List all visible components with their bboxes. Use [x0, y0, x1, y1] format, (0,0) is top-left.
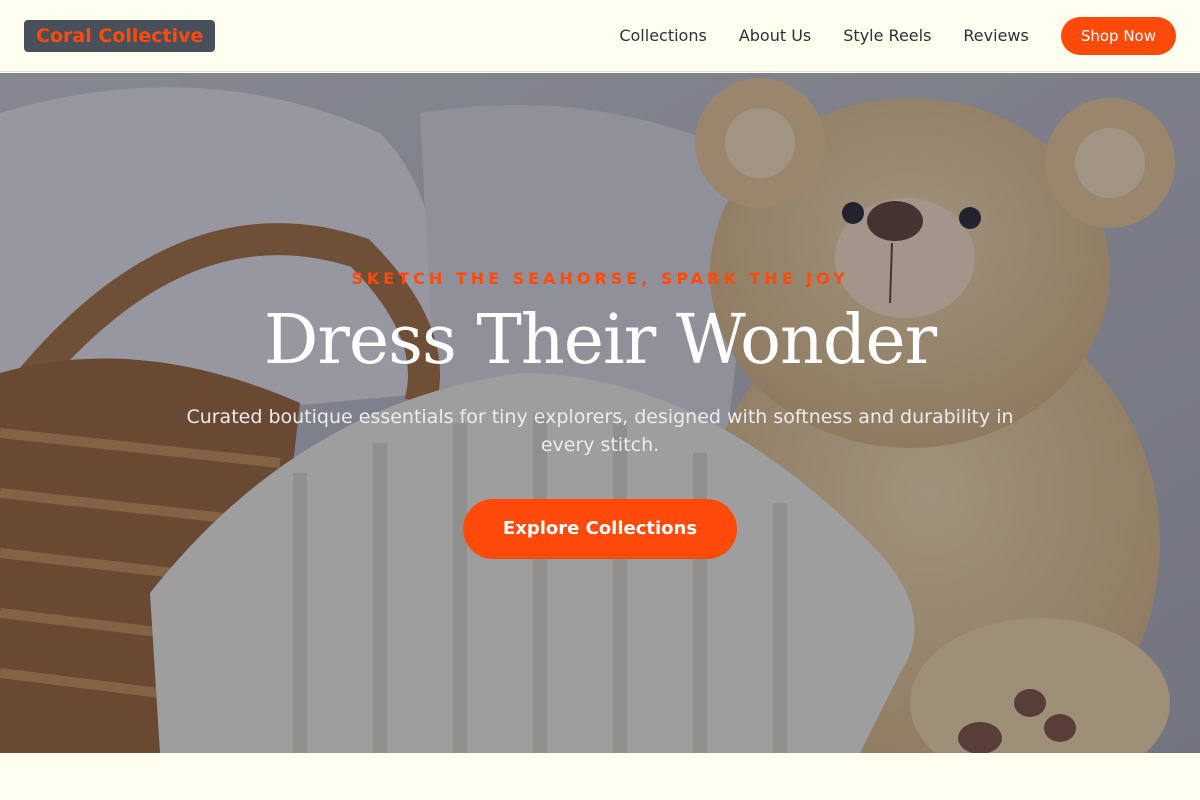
- top-navbar: Coral Collective Collections About Us St…: [0, 0, 1200, 72]
- explore-collections-button[interactable]: Explore Collections: [463, 499, 737, 559]
- main-nav: Collections About Us Style Reels Reviews…: [619, 16, 1176, 55]
- nav-link-reviews[interactable]: Reviews: [963, 26, 1028, 45]
- brand-logo[interactable]: Coral Collective: [24, 19, 216, 52]
- hero-tagline: SKETCH THE SEAHORSE, SPARK THE JOY: [351, 269, 849, 288]
- hero-headline: Dress Their Wonder: [263, 301, 937, 380]
- hero-section: SKETCH THE SEAHORSE, SPARK THE JOY Dress…: [0, 73, 1200, 753]
- nav-link-about-us[interactable]: About Us: [739, 26, 811, 45]
- nav-link-collections[interactable]: Collections: [619, 26, 706, 45]
- nav-link-style-reels[interactable]: Style Reels: [843, 26, 931, 45]
- page-below-hero: [0, 753, 1200, 800]
- shop-now-button[interactable]: Shop Now: [1060, 16, 1176, 55]
- hero-content: SKETCH THE SEAHORSE, SPARK THE JOY Dress…: [0, 73, 1200, 753]
- hero-subtext: Curated boutique essentials for tiny exp…: [186, 406, 1014, 456]
